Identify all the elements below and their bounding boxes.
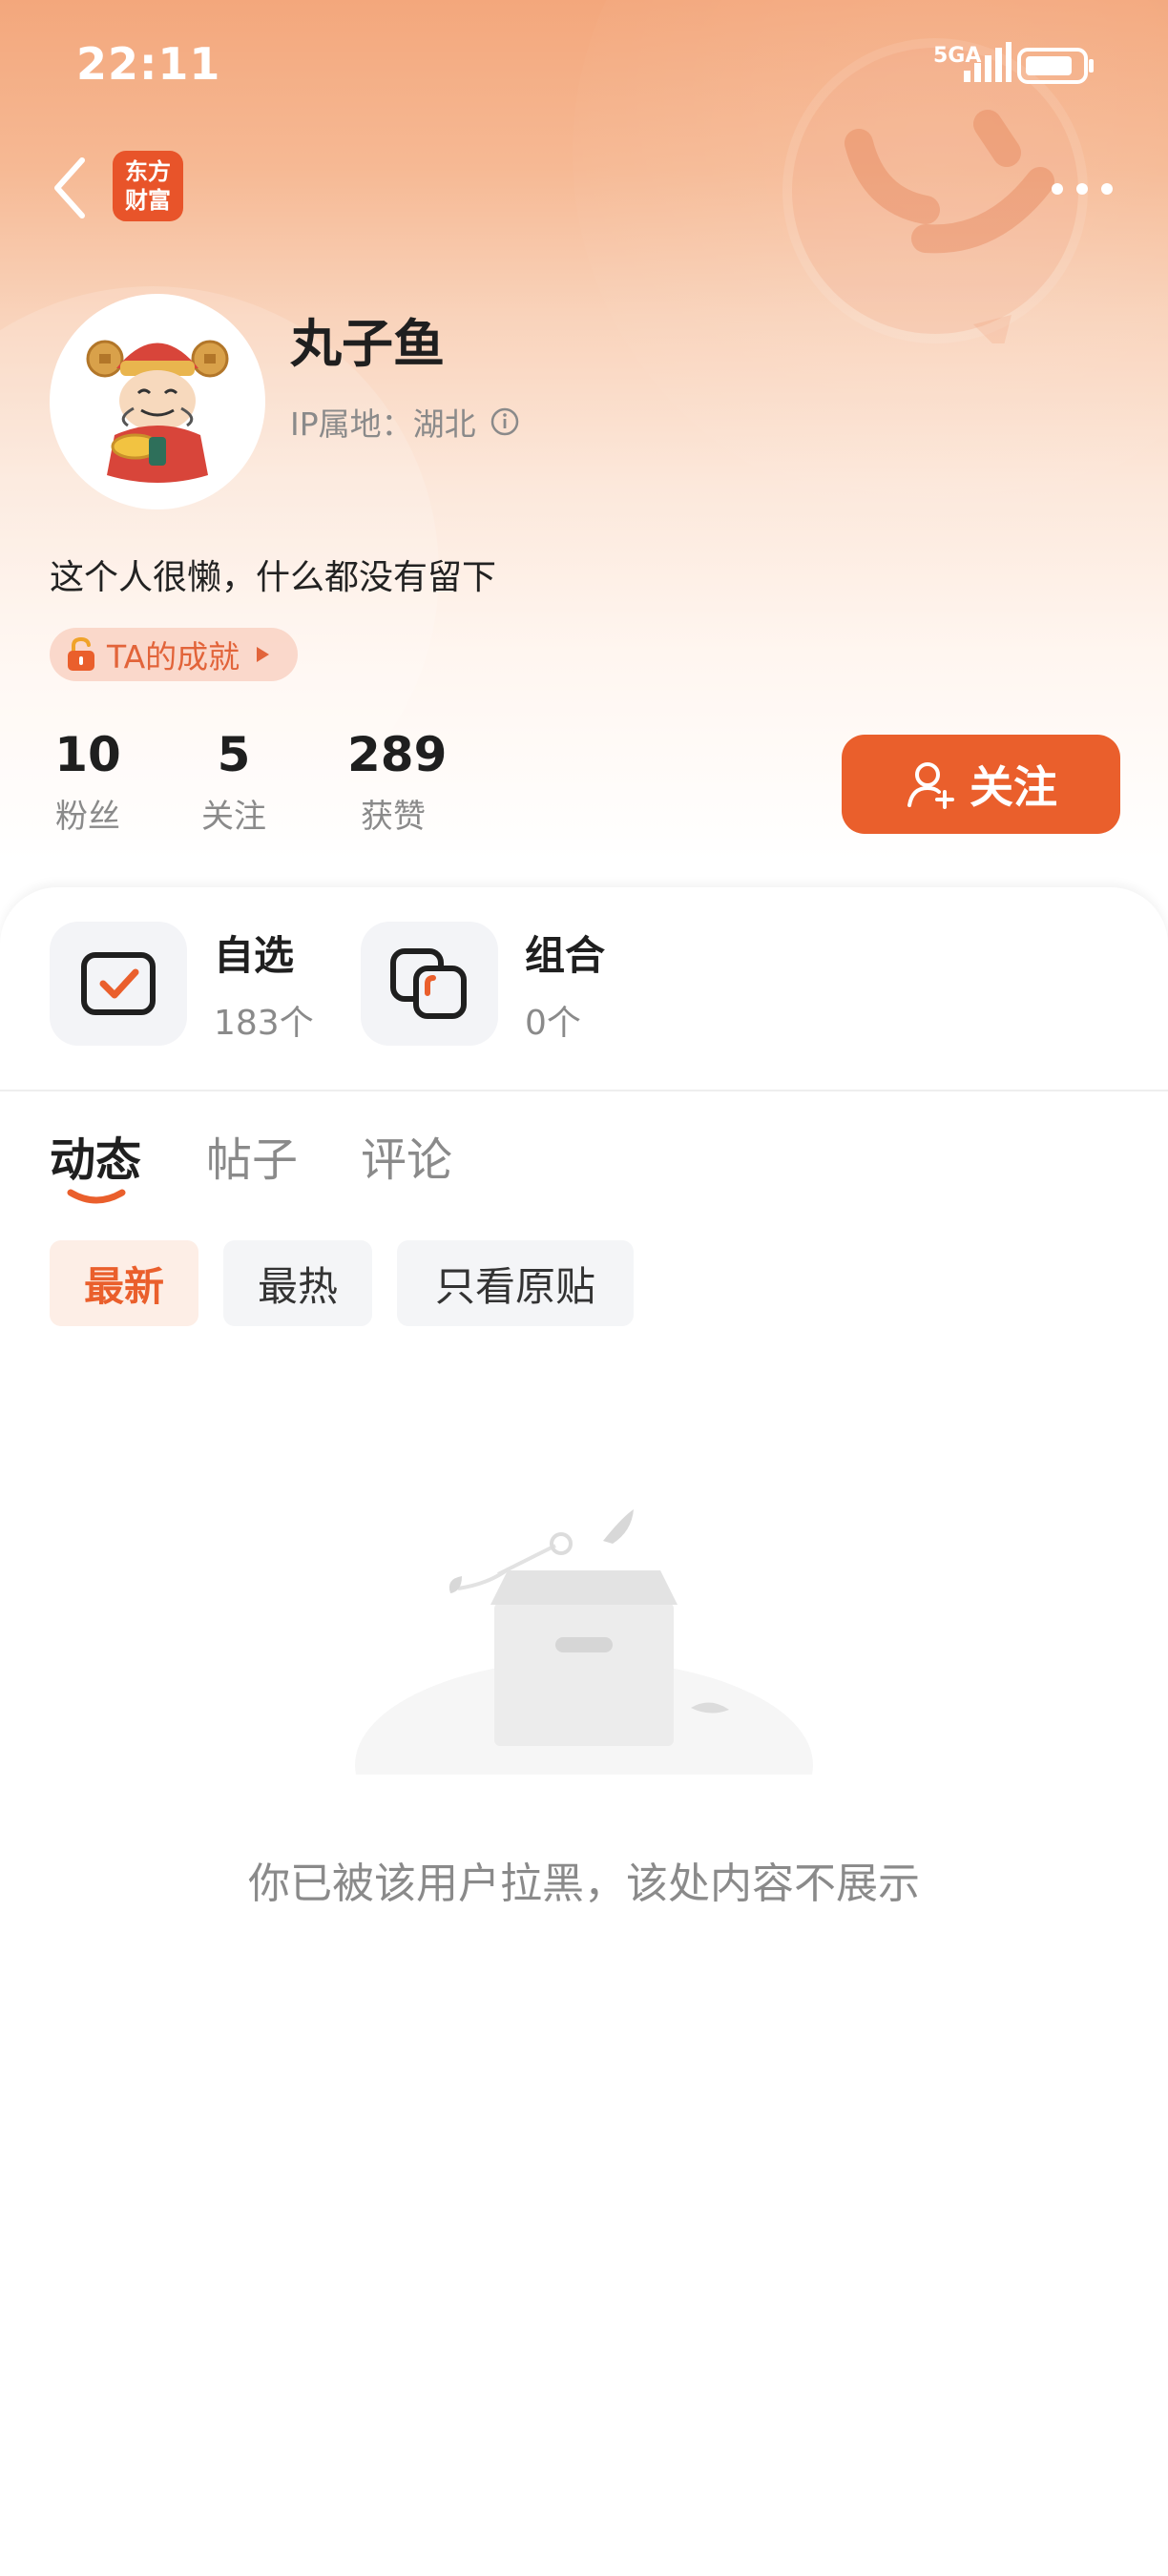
avatar[interactable]: [50, 294, 265, 509]
triangle-right-icon: [257, 647, 270, 662]
signal-icon: [964, 42, 1012, 82]
stat-following[interactable]: 5 关注: [196, 725, 272, 837]
info-icon[interactable]: [490, 406, 520, 437]
stat-likes-label: 获赞: [361, 798, 426, 836]
tab-comments[interactable]: 评论: [361, 1122, 452, 1189]
fortune-god-avatar-icon: [86, 340, 229, 483]
app-logo: 东方 财富: [113, 151, 183, 221]
watchlist-tile: [50, 922, 187, 1046]
app-logo-line2: 财富: [125, 187, 171, 214]
status-time: 22:11: [76, 38, 221, 90]
follow-button-label: 关注: [970, 761, 1057, 813]
filter-original-only[interactable]: 只看原贴: [397, 1240, 634, 1326]
section-divider: [0, 1090, 1168, 1091]
stat-fans[interactable]: 10 粉丝: [50, 725, 126, 837]
watchlist-count: 183个: [214, 1003, 314, 1043]
status-bar: 22:11 5GA: [0, 0, 1168, 134]
portfolio-title: 组合: [525, 931, 606, 979]
portfolio-tile: [361, 922, 498, 1046]
empty-box-illustration: [355, 1509, 813, 1775]
portfolio-count: 0个: [525, 1003, 581, 1043]
lock-icon: [68, 636, 94, 671]
portfolio-shortcut[interactable]: 组合 0个: [361, 922, 605, 1046]
add-user-icon: [907, 762, 954, 809]
active-tab-indicator: [67, 1189, 126, 1204]
nickname: 丸子鱼: [290, 314, 445, 374]
ip-location: IP属地：湖北: [290, 399, 520, 445]
filter-newest[interactable]: 最新: [50, 1240, 198, 1326]
follow-button[interactable]: 关注: [842, 735, 1120, 834]
tab-posts[interactable]: 帖子: [206, 1122, 298, 1189]
empty-state-message: 你已被该用户拉黑，该处内容不展示: [248, 1859, 920, 1908]
more-dots-icon[interactable]: [1048, 172, 1116, 206]
stat-likes[interactable]: 289 获赞: [347, 725, 448, 837]
app-logo-line1: 东方: [125, 158, 171, 185]
stat-following-label: 关注: [201, 798, 266, 836]
ip-location-text: IP属地：湖北: [290, 405, 476, 443]
stat-likes-value: 289: [347, 727, 448, 782]
filter-hottest[interactable]: 最热: [223, 1240, 372, 1326]
portfolio-stack-icon: [390, 948, 467, 1019]
stat-fans-value: 10: [54, 727, 121, 782]
watchlist-title: 自选: [214, 931, 295, 979]
watchlist-check-icon: [81, 952, 156, 1015]
watchlist-shortcut[interactable]: 自选 183个: [50, 922, 314, 1046]
stat-following-value: 5: [217, 727, 251, 782]
top-nav: 东方 财富: [0, 134, 1168, 239]
tab-dynamics[interactable]: 动态: [50, 1122, 141, 1189]
achievement-badge[interactable]: TA的成就: [50, 628, 299, 681]
bio-text: 这个人很懒，什么都没有留下: [50, 558, 497, 597]
stat-fans-label: 粉丝: [55, 798, 120, 836]
achievement-label: TA的成就: [107, 638, 240, 675]
battery-icon: [1017, 48, 1094, 84]
back-button[interactable]: [46, 155, 94, 221]
